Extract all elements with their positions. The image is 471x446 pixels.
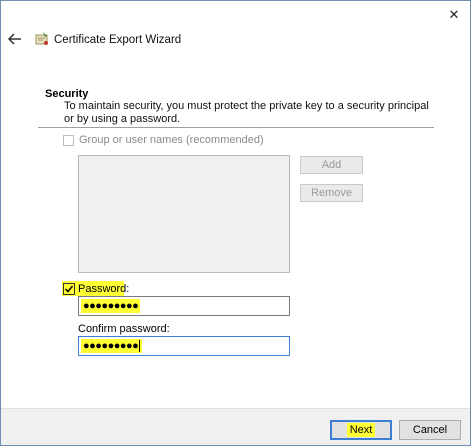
certificate-icon	[35, 32, 48, 45]
password-masked-value: ●●●●●●●●●	[81, 299, 141, 313]
confirm-password-input[interactable]: ●●●●●●●●●	[78, 336, 290, 356]
header-separator	[38, 127, 434, 128]
next-button[interactable]: Next	[330, 420, 392, 440]
group-checkbox[interactable]	[63, 134, 74, 146]
password-checkbox-label: Password:	[78, 283, 130, 295]
back-arrow-icon	[7, 33, 21, 45]
section-title: Security	[45, 88, 89, 100]
wizard-footer: Next Cancel	[1, 408, 470, 445]
add-button[interactable]: Add	[300, 156, 363, 174]
section-description: To maintain security, you must protect t…	[64, 100, 429, 125]
password-input[interactable]: ●●●●●●●●●	[78, 296, 290, 316]
principals-list[interactable]	[78, 155, 290, 273]
remove-button[interactable]: Remove	[300, 184, 363, 202]
group-checkbox-label: Group or user names (recommended)	[79, 134, 264, 146]
close-icon: ✕	[448, 7, 460, 22]
close-button[interactable]: ✕	[441, 4, 467, 26]
confirm-password-masked-value: ●●●●●●●●●	[81, 339, 143, 353]
back-button[interactable]	[7, 31, 27, 49]
password-checkbox[interactable]	[63, 283, 75, 295]
group-or-user-names-option: Group or user names (recommended)	[63, 134, 264, 146]
checkmark-icon	[64, 285, 74, 293]
text-caret	[139, 340, 141, 353]
next-button-label: Next	[346, 423, 376, 437]
confirm-password-label: Confirm password:	[78, 323, 170, 335]
cancel-button[interactable]: Cancel	[399, 420, 461, 440]
password-option[interactable]: Password:	[63, 283, 129, 295]
wizard-title: Certificate Export Wizard	[54, 34, 182, 46]
confirm-password-value: ●●●●●●●●●	[83, 340, 139, 352]
certificate-export-wizard-window: ✕ Certificate Export Wizard Security To …	[0, 0, 471, 446]
